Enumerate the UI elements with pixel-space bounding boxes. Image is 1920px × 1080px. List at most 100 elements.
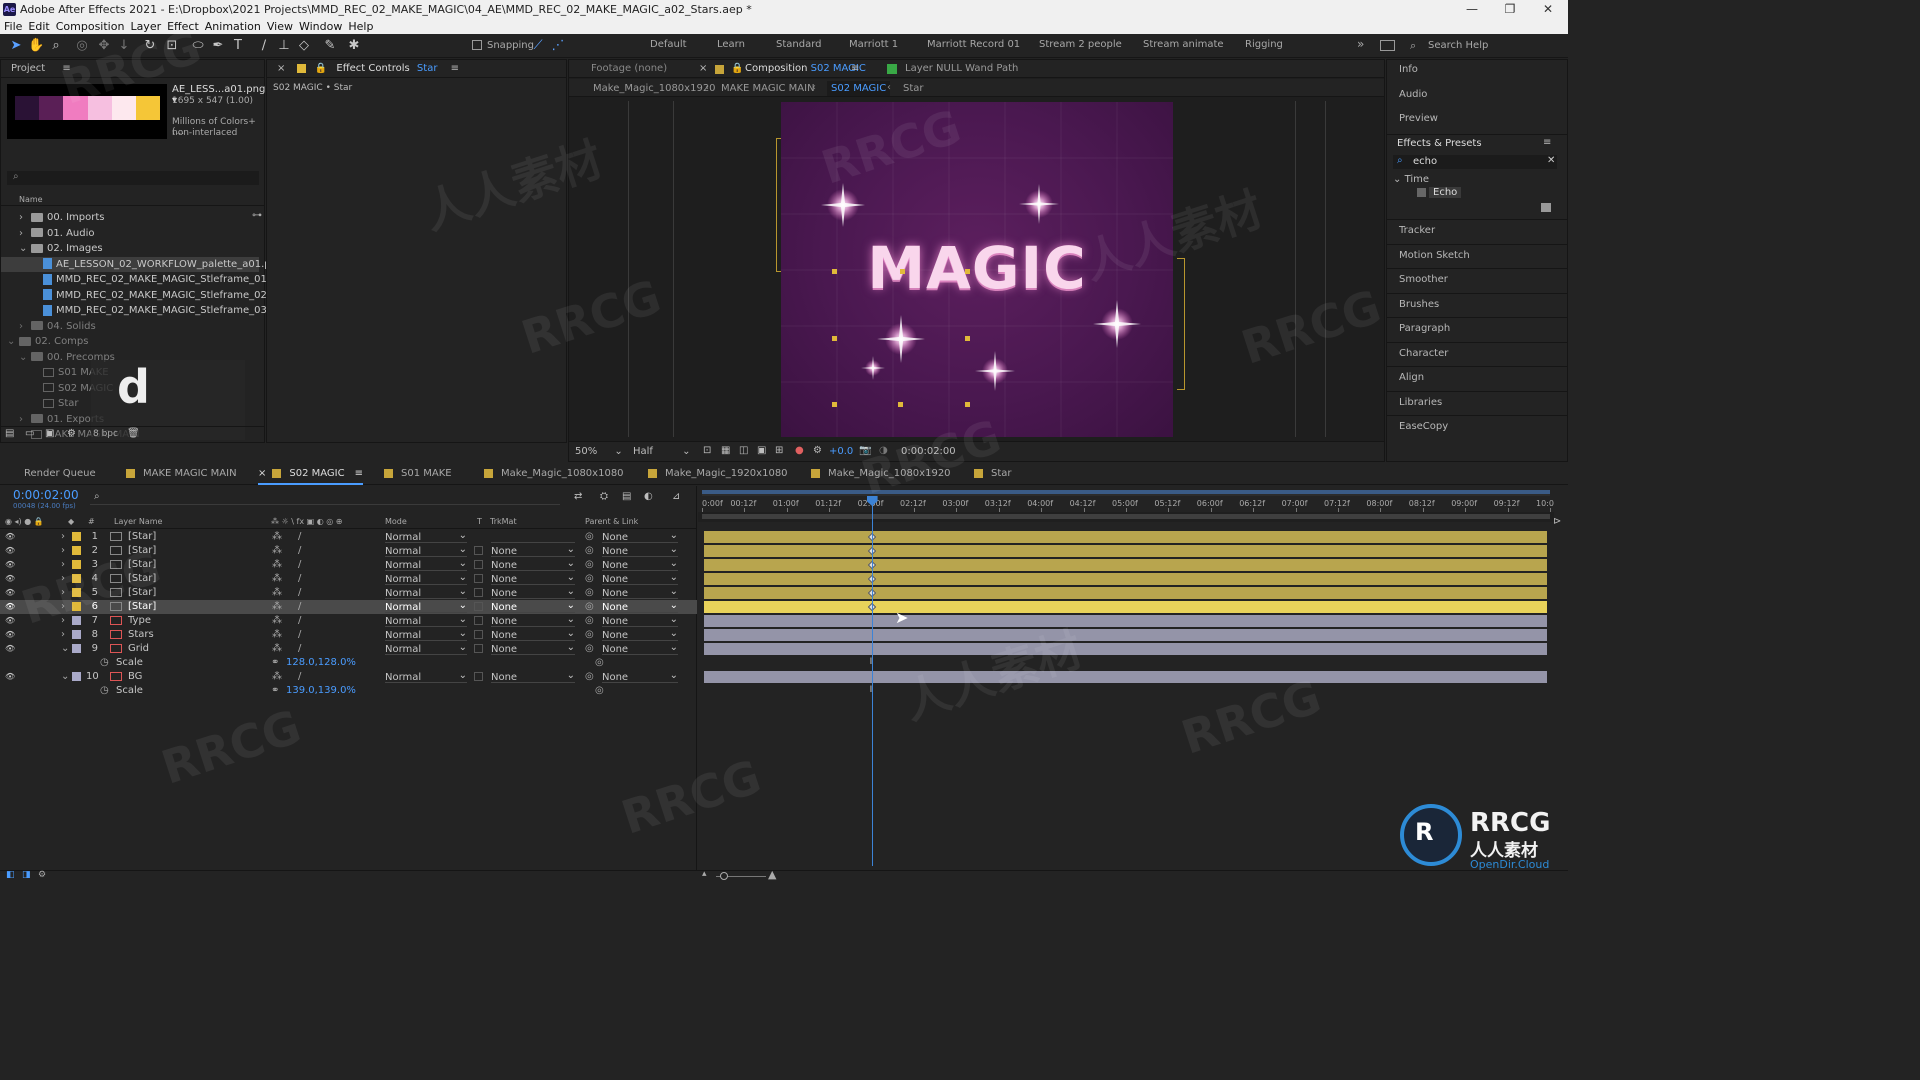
snapping-checkbox[interactable] [472, 40, 482, 50]
collapse-transform-switch-icon[interactable]: ⁂ [272, 586, 282, 600]
panel-menu-icon[interactable]: ≡ [355, 468, 363, 479]
twirl-arrow-icon[interactable]: ⌄ [61, 642, 69, 656]
quality-switch-icon[interactable]: / [298, 558, 301, 572]
timeline-layer-row[interactable]: 👁 ⌄ 9 Grid ⁂ / Normal ⌄ None ⌄ ◎ None ⌄ [0, 642, 697, 656]
project-folder[interactable]: › 04. Solids [1, 319, 259, 334]
parent-dropdown[interactable]: None ⌄ [602, 530, 678, 543]
snap-edge-icon[interactable]: ⟋ [530, 38, 546, 54]
disclosure-arrow-icon[interactable]: › [19, 319, 31, 334]
project-panel-title[interactable]: Project [11, 63, 45, 74]
snapshot-icon[interactable]: 📷 [859, 445, 871, 456]
visibility-eye-icon[interactable]: 👁 [5, 670, 15, 684]
layer-name-column[interactable]: Layer Name [114, 517, 162, 526]
menu-edit[interactable]: Edit [28, 20, 49, 33]
timeline-layer-row[interactable]: 👁 ⌄ 10 BG ⁂ / Normal ⌄ None ⌄ ◎ None ⌄ [0, 670, 697, 684]
work-area-bar[interactable] [702, 490, 1550, 496]
project-footage[interactable]: MMD_REC_02_MAKE_MAGIC_Stleframe_02.jpg [1, 288, 285, 303]
scale-property-row[interactable]: ◷ Scale ⚭ 128.0,128.0% ◎ [0, 656, 697, 670]
layer-duration-bar[interactable] [704, 545, 1547, 557]
timeline-tab-render-queue[interactable]: Render Queue [24, 463, 96, 485]
brush-tool-icon[interactable]: ∕ [256, 38, 272, 54]
parent-pick-whip-icon[interactable]: ◎ [585, 670, 594, 684]
menu-window[interactable]: Window [299, 20, 342, 33]
menu-view[interactable]: View [267, 20, 293, 33]
quality-switch-icon[interactable]: / [298, 670, 301, 684]
twirl-arrow-icon[interactable]: › [61, 530, 65, 544]
layer-name[interactable]: BG [128, 670, 142, 684]
dolly-camera-icon[interactable]: ↓ [116, 38, 132, 54]
timeline-search-input[interactable]: ⌕ [90, 491, 560, 505]
project-folder[interactable]: › 00. Imports [1, 210, 259, 225]
label-color-swatch[interactable] [72, 574, 81, 583]
blend-mode-dropdown[interactable]: Normal ⌄ [385, 670, 467, 683]
twirl-arrow-icon[interactable]: › [61, 586, 65, 600]
parent-dropdown[interactable]: None ⌄ [602, 586, 678, 599]
layer-duration-bar[interactable] [704, 643, 1547, 655]
magnification-dropdown[interactable]: 50% ⌄ [575, 446, 625, 457]
collapse-transform-switch-icon[interactable]: ⁂ [272, 614, 282, 628]
quality-switch-icon[interactable]: / [298, 572, 301, 586]
expression-pick-whip-icon[interactable]: ◎ [595, 656, 604, 670]
project-folder[interactable]: ⌄ 02. Images [1, 241, 259, 256]
quality-switch-icon[interactable]: / [298, 586, 301, 600]
current-time-indicator[interactable] [866, 496, 878, 866]
menu-composition[interactable]: Composition [56, 20, 125, 33]
disclosure-arrow-icon[interactable]: ⌄ [19, 241, 31, 256]
menu-help[interactable]: Help [348, 20, 373, 33]
workspace-learn[interactable]: Learn [717, 39, 745, 50]
collapse-transform-switch-icon[interactable]: ⁂ [272, 628, 282, 642]
parent-dropdown[interactable]: None ⌄ [602, 670, 678, 683]
exposure-value[interactable]: +0.0 [829, 446, 853, 457]
type-tool-icon[interactable]: T [230, 38, 246, 54]
layer-duration-bar[interactable] [704, 573, 1547, 585]
effects-presets-title[interactable]: Effects & Presets [1397, 138, 1482, 149]
workspace-marriott-1[interactable]: Marriott 1 [849, 39, 898, 50]
preserve-transparency-checkbox[interactable] [474, 574, 483, 583]
new-folder-icon[interactable]: ▭ [25, 428, 34, 439]
visibility-eye-icon[interactable]: 👁 [5, 642, 15, 656]
sync-settings-icon[interactable] [1380, 40, 1395, 51]
panel-preview[interactable]: Preview [1399, 113, 1438, 124]
layer-duration-bar[interactable] [704, 601, 1547, 613]
layer-name[interactable]: Grid [128, 642, 149, 656]
collapse-transform-switch-icon[interactable]: ⁂ [272, 544, 282, 558]
track-matte-dropdown[interactable]: None ⌄ [491, 642, 575, 655]
blend-mode-dropdown[interactable]: Normal ⌄ [385, 558, 467, 571]
graph-editor-icon[interactable]: ⊿ [672, 491, 680, 502]
preserve-transparency-checkbox[interactable] [474, 546, 483, 555]
draft-3d-icon[interactable]: ⛭ [600, 491, 608, 502]
layer-duration-bar[interactable] [704, 629, 1547, 641]
twirl-arrow-icon[interactable]: › [61, 600, 65, 614]
clear-search-icon[interactable]: ✕ [1547, 155, 1555, 166]
snap-feature-icon[interactable]: ⋰ [550, 38, 566, 54]
visibility-eye-icon[interactable]: 👁 [5, 586, 15, 600]
track-matte-dropdown[interactable]: None ⌄ [491, 586, 575, 599]
blend-mode-dropdown[interactable]: Normal ⌄ [385, 614, 467, 627]
selection-tool-icon[interactable]: ➤ [8, 38, 24, 54]
twirl-arrow-icon[interactable]: ⌄ [61, 670, 69, 684]
close-tab-icon[interactable]: × [277, 63, 285, 74]
visibility-eye-icon[interactable]: 👁 [5, 600, 15, 614]
pan-behind-tool-icon[interactable]: ⊡ [164, 38, 180, 54]
puppet-tool-icon[interactable]: ✱ [346, 38, 362, 54]
effect-controls-layer[interactable]: Star [417, 63, 438, 74]
pen-tool-icon[interactable]: ✒ [210, 38, 226, 54]
fast-previews-icon[interactable]: ⊡ [703, 445, 711, 456]
project-folder[interactable]: ⌄ 02. Comps [1, 334, 259, 349]
hand-tool-icon[interactable]: ✋ [28, 38, 44, 54]
timeline-tab-make-magic-1080x1920[interactable]: Make_Magic_1080x1920 [811, 463, 951, 485]
panel-info[interactable]: Info [1399, 64, 1418, 75]
panel-brushes[interactable]: Brushes [1399, 299, 1439, 310]
track-matte-dropdown[interactable]: None ⌄ [491, 544, 575, 557]
workspaces-more-button[interactable]: » [1357, 37, 1364, 51]
timeline-layer-row[interactable]: 👁 › 3 [Star] ⁂ / Normal ⌄ None ⌄ ◎ None ⌄ [0, 558, 697, 572]
preserve-transparency-checkbox[interactable] [474, 602, 483, 611]
mode-column[interactable]: Mode [385, 517, 407, 526]
maximize-button[interactable]: ❐ [1490, 0, 1530, 19]
effects-search-input[interactable]: ⌕ echo ✕ [1393, 155, 1557, 169]
label-color-swatch[interactable] [72, 672, 81, 681]
orbit-camera-icon[interactable]: ◎ [74, 38, 90, 54]
minimize-button[interactable]: — [1452, 0, 1492, 19]
color-management-icon[interactable]: ⚙ [813, 445, 822, 456]
zoom-slider-thumb[interactable] [720, 872, 728, 880]
